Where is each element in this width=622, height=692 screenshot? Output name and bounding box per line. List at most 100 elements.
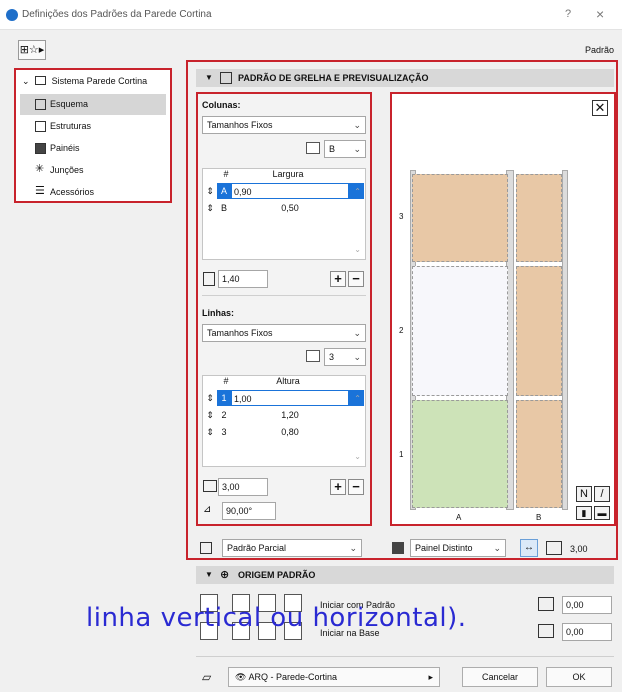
accessory-icon: ☰ (35, 185, 45, 197)
settings-tree: ⌄ Sistema Parede Cortina Esquema Estrutu… (14, 68, 172, 203)
row-value-input[interactable]: 1,00 (231, 390, 349, 406)
angle-field[interactable]: 90,00° (222, 502, 276, 520)
chevron-down-icon: ▼ (205, 570, 213, 579)
table-row[interactable]: ⇕ 2 1,20 (203, 407, 365, 423)
height-icon (546, 541, 562, 555)
fit-pattern-icon[interactable]: ↔ (520, 539, 538, 557)
scroll-down-icon[interactable]: ⌄ (354, 452, 361, 461)
column-count-select[interactable]: B ⌄ (324, 140, 366, 158)
table-header-height: Altura (276, 376, 300, 386)
columns-mode-select[interactable]: Tamanhos Fixos ⌄ (202, 116, 366, 134)
total-height-field[interactable]: 3,00 (218, 478, 268, 496)
columns-table: # Largura ⇕ A 0,90 ⇕ B 0,50 ⌃ ⌄ (202, 168, 366, 260)
preview-panel-b1[interactable] (516, 400, 562, 508)
pattern-preview: ✕ 3 2 1 A B N / ▮ ▬ (390, 92, 616, 526)
pattern-type-select[interactable]: Padrão Parcial ⌄ (222, 539, 362, 557)
chevron-down-icon: ⌄ (353, 328, 361, 338)
ok-button[interactable]: OK (546, 667, 612, 687)
reorder-icon[interactable]: ⇕ (203, 407, 217, 423)
pattern-horizontal-icon[interactable]: ▬ (594, 506, 610, 520)
chevron-down-icon: ⌄ (493, 543, 501, 553)
remove-row-button[interactable]: − (348, 479, 364, 495)
total-width-field[interactable]: 1,40 (218, 270, 268, 288)
scheme-icon (35, 99, 46, 110)
tree-item-paineis[interactable]: Painéis (20, 138, 166, 159)
tree-item-label: Estruturas (50, 121, 92, 131)
reorder-icon[interactable]: ⇕ (203, 200, 217, 216)
rows-mode-select[interactable]: Tamanhos Fixos ⌄ (202, 324, 366, 342)
column-label: A (456, 513, 462, 522)
row-value-input[interactable]: 0,90 (231, 183, 349, 199)
rows-mode-value: Tamanhos Fixos (207, 328, 273, 338)
add-row-button[interactable]: + (330, 479, 346, 495)
table-row[interactable]: ⇕ 1 1,00 (203, 390, 365, 406)
tree-item-label: Junções (50, 165, 84, 175)
panel-type-value: Painel Distinto (415, 543, 473, 553)
preview-panel-a1[interactable] (412, 400, 508, 508)
row-value[interactable]: 0,50 (231, 200, 349, 216)
chevron-down-icon: ⌄ (349, 543, 357, 553)
close-window-button[interactable]: × (596, 6, 604, 22)
chevron-down-icon[interactable]: ⌄ (22, 76, 30, 86)
close-preview-icon[interactable]: ✕ (592, 100, 608, 116)
row-id: 2 (221, 410, 227, 420)
row-count-select[interactable]: 3 ⌄ (324, 348, 366, 366)
tree-item-acessorios[interactable]: ☰ Acessórios (20, 182, 166, 203)
scroll-up-icon[interactable]: ⌃ (354, 187, 361, 196)
rows-table: # Altura ⇕ 1 1,00 ⇕ 2 1,20 ⇕ 3 0,80 ⌃ ⌄ (202, 375, 366, 467)
mirror-diagonal-icon[interactable]: / (594, 486, 610, 502)
tree-item-juncoes[interactable]: ✳ Junções (20, 160, 166, 181)
tree-item-label: Painéis (50, 143, 80, 153)
offset-vertical-icon (538, 624, 554, 638)
origin-panel-title: ORIGEM PADRÃO (238, 570, 316, 580)
scroll-down-icon[interactable]: ⌄ (354, 245, 361, 254)
row-count-value: 3 (329, 352, 335, 362)
panel-type-icon (392, 542, 404, 554)
preview-panel-b2[interactable] (516, 266, 562, 396)
table-row[interactable]: ⇕ B 0,50 (203, 200, 365, 216)
favorites-button[interactable]: ⊞☆▸ (18, 40, 46, 60)
panel-type-select[interactable]: Painel Distinto ⌄ (410, 539, 506, 557)
archicad-icon (6, 9, 18, 21)
table-row[interactable]: ⇕ 3 0,80 (203, 424, 365, 440)
remove-column-button[interactable]: − (348, 271, 364, 287)
help-button[interactable]: ? (565, 8, 571, 20)
mirror-vertical-icon[interactable]: N (576, 486, 592, 502)
row-value[interactable]: 1,20 (231, 407, 349, 423)
origin-offset-field-2[interactable]: 0,00 (562, 623, 612, 641)
table-header-hash: # (223, 376, 229, 386)
preview-panel-a3[interactable] (412, 174, 508, 262)
table-row[interactable]: ⇕ A 0,90 (203, 183, 365, 199)
tree-root[interactable]: ⌄ Sistema Parede Cortina (22, 76, 147, 87)
chevron-right-icon: ▸ (428, 672, 433, 682)
columns-mode-value: Tamanhos Fixos (207, 120, 273, 130)
row-id: A (217, 183, 231, 199)
layer-select[interactable]: 👁 ARQ - Parede-Cortina ▸ (228, 667, 440, 687)
tree-item-esquema[interactable]: Esquema (20, 94, 166, 115)
rows-label: Linhas: (202, 308, 235, 318)
pattern-vertical-icon[interactable]: ▮ (576, 506, 592, 520)
row-label: 1 (399, 450, 404, 459)
window-title: Definições dos Padrões da Parede Cortina (22, 9, 212, 20)
add-column-button[interactable]: + (330, 271, 346, 287)
junction-icon: ✳ (35, 163, 45, 175)
layer-value: ARQ - Parede-Cortina (248, 672, 337, 682)
row-value[interactable]: 0,80 (231, 424, 349, 440)
column-label: B (536, 513, 542, 522)
cancel-button[interactable]: Cancelar (462, 667, 538, 687)
reorder-icon[interactable]: ⇕ (203, 183, 217, 199)
row-id: B (220, 203, 227, 213)
chevron-down-icon: ⌄ (353, 120, 361, 130)
scroll-up-icon[interactable]: ⌃ (354, 394, 361, 403)
reorder-icon[interactable]: ⇕ (203, 424, 217, 440)
total-height-icon (203, 480, 217, 492)
preview-panel-a2[interactable] (412, 266, 508, 396)
tree-item-estruturas[interactable]: Estruturas (20, 116, 166, 137)
origin-panel-header[interactable]: ▼ ⊕ ORIGEM PADRÃO (196, 566, 614, 584)
origin-offset-field-1[interactable]: 0,00 (562, 596, 612, 614)
preview-panel-b3[interactable] (516, 174, 562, 262)
footer-divider (196, 656, 614, 657)
frame-icon (35, 121, 46, 132)
reorder-icon[interactable]: ⇕ (203, 390, 217, 406)
total-width-icon (203, 272, 215, 286)
